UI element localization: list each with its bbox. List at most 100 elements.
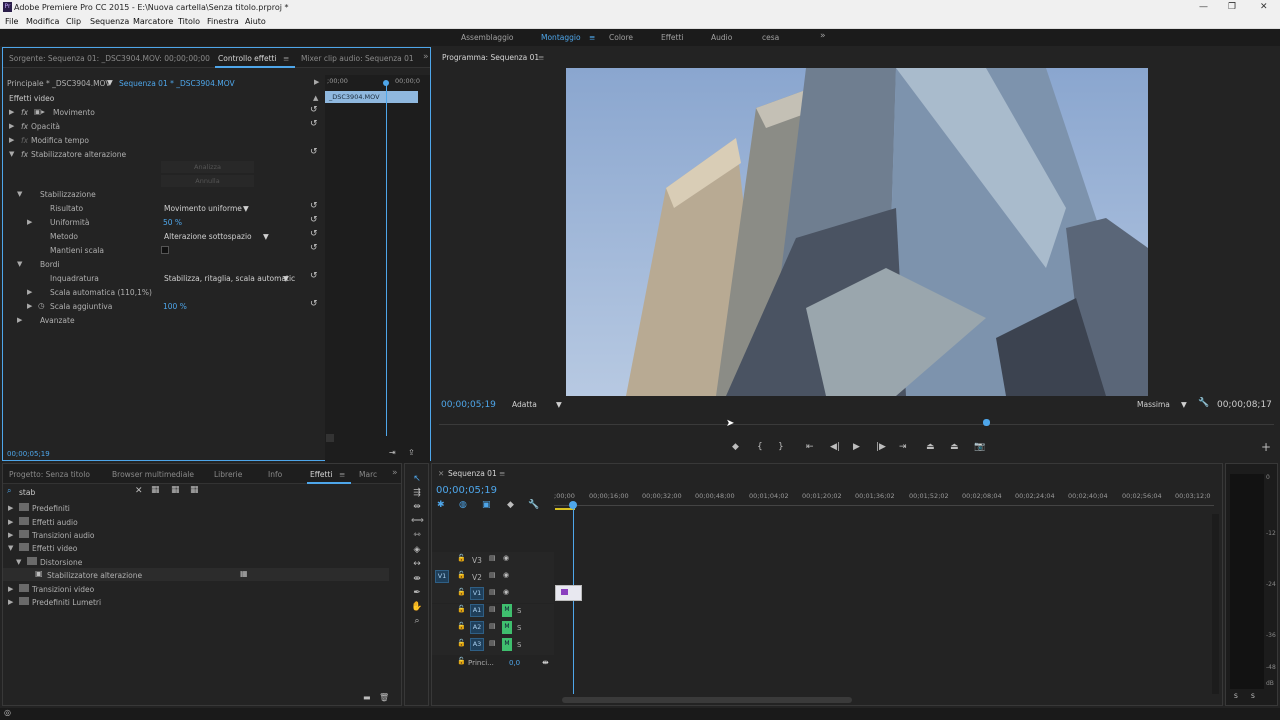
expand-smoothness-icon[interactable]: ▶ [27,218,32,226]
sync-lock-icon[interactable]: ▤ [489,554,496,562]
collapse-icon[interactable]: ▼ [8,544,13,552]
effect-opacita[interactable]: Opacità [31,122,60,131]
tab-media-browser[interactable]: Browser multimediale [112,470,194,479]
dropdown-arrow-icon[interactable]: ▼ [263,232,269,241]
menu-clip[interactable]: Clip [66,17,81,26]
play-icon[interactable]: ▶ [853,442,860,452]
dropdown-arrow-icon[interactable]: ▼ [243,204,249,213]
eye-icon[interactable]: ◉ [503,588,509,596]
ripple-edit-tool-icon[interactable]: ⇹ [411,502,423,514]
mini-playhead[interactable] [386,81,387,436]
dropdown-arrow-icon[interactable]: ▼ [556,400,562,409]
scrub-bar[interactable] [439,424,1274,425]
expand-icon[interactable]: ▶ [8,585,13,593]
reset-icon[interactable]: ↺ [310,243,318,253]
menu-modifica[interactable]: Modifica [26,17,59,26]
reset-icon[interactable]: ↺ [310,229,318,239]
motion-transform-icon[interactable]: ▣▸ [34,107,45,116]
mute-button[interactable]: M [502,638,512,651]
add-button-icon[interactable]: + [1261,440,1271,454]
expand-icon[interactable]: ▶ [8,598,13,606]
scrollbar-handle[interactable] [326,434,334,442]
tab-effect-controls[interactable]: Controllo effetti [218,54,277,63]
effect-stabilizzatore[interactable]: Stabilizzatore alterazione [31,150,126,159]
solo-button[interactable]: S [517,607,521,615]
workspace-more-icon[interactable]: » [820,31,826,41]
workspace-audio[interactable]: Audio [711,33,732,42]
tab-menu-icon[interactable]: ≡ [283,54,289,63]
sync-lock-icon[interactable]: ▤ [489,588,496,596]
workspace-assemblaggio[interactable]: Assemblaggio [461,33,514,42]
playhead-line[interactable] [573,508,574,694]
lock-icon[interactable]: 🔓 [457,588,466,596]
tabs-more-icon[interactable]: » [392,468,398,478]
pen-tool-icon[interactable]: ✒ [411,588,423,600]
mute-button[interactable]: M [502,621,512,634]
slip-tool-icon[interactable]: ↔ [411,559,423,571]
smoothness-value[interactable]: 50 % [163,218,182,227]
expand-addscale-icon[interactable]: ▶ [27,302,32,310]
tab-effects[interactable]: Effetti [310,470,333,479]
tab-menu-icon[interactable]: ≡ [339,470,345,479]
play-only-audio-icon[interactable]: ⇥ [389,448,396,457]
rate-stretch-tool-icon[interactable]: ⇿ [411,530,423,542]
status-icon[interactable]: ◎ [4,708,11,717]
mark-out-icon[interactable]: } [778,442,784,452]
lock-icon[interactable]: 🔓 [457,622,466,630]
sync-lock-icon[interactable]: ▤ [489,605,496,613]
menu-marcatore[interactable]: Marcatore [133,17,173,26]
expand-icon[interactable]: ▶ [8,518,13,526]
extract-icon[interactable]: ⏏ [950,442,959,452]
export-frame-icon[interactable]: 📷 [974,442,985,452]
collapse-section-icon[interactable]: ▲ [313,94,318,102]
menu-finestra[interactable]: Finestra [207,17,239,26]
tree-distorsione[interactable]: Distorsione [40,558,82,567]
tab-sequence[interactable]: Sequenza 01 [448,469,497,478]
reset-icon[interactable]: ↺ [310,105,318,115]
yuv-effects-icon[interactable]: ▦ [190,485,199,495]
effect-controls-timecode[interactable]: 00;00;05;19 [7,450,50,458]
menu-titolo[interactable]: Titolo [178,17,200,26]
add-marker-icon[interactable]: ◆ [732,442,739,452]
panel-menu-icon[interactable]: ≡ [538,53,544,62]
track-select-tool-icon[interactable]: ⇶ [411,488,423,500]
tab-info[interactable]: Info [268,470,282,479]
minimize-icon[interactable]: — [1199,2,1208,12]
expand-icon[interactable]: ▶ [314,78,319,86]
solo-button[interactable]: S [517,624,521,632]
tree-transizioni-video[interactable]: Transizioni video [32,585,94,594]
hand-tool-icon[interactable]: ✋ [411,602,423,614]
method-dropdown[interactable]: Alterazione sottospazio [164,232,252,241]
track-label-v3[interactable]: V3 [472,556,482,565]
mute-button[interactable]: M [502,604,512,617]
tree-stabilizzatore-alterazione[interactable]: Stabilizzatore alterazione [47,571,142,580]
source-patch-v1[interactable]: V1 [435,570,449,583]
step-back-icon[interactable]: ◀| [830,442,840,452]
mini-playhead-handle[interactable] [383,80,389,86]
analyze-button[interactable]: Analizza [161,161,254,173]
collapse-stabilization-icon[interactable]: ▼ [17,190,22,198]
collapse-warp-icon[interactable]: ▼ [9,150,14,158]
close-tab-icon[interactable]: ✕ [438,469,444,478]
fx-icon[interactable]: fx [21,150,28,159]
tab-markers[interactable]: Marc [359,470,377,479]
fx-icon[interactable]: fx [21,108,28,117]
lock-icon[interactable]: 🔓 [457,571,466,579]
video-clip[interactable] [555,585,582,601]
track-label-a2[interactable]: A2 [470,621,484,634]
go-to-out-icon[interactable]: ⇥ [899,442,907,452]
sync-lock-icon[interactable]: ▤ [489,571,496,579]
clear-search-icon[interactable]: ✕ [135,486,143,496]
eye-icon[interactable]: ◉ [503,571,509,579]
reset-icon[interactable]: ↺ [310,271,318,281]
dropdown-arrow-icon[interactable]: ▼ [1181,400,1187,409]
solo-left-button[interactable]: S [1234,693,1238,700]
menu-aiuto[interactable]: Aiuto [245,17,266,26]
tab-menu-icon[interactable]: ≡ [499,469,505,478]
workspace-cesa[interactable]: cesa [762,33,779,42]
collapse-borders-icon[interactable]: ▼ [17,260,22,268]
addscale-value[interactable]: 100 % [163,302,187,311]
solo-button[interactable]: S [517,641,521,649]
razor-tool-icon[interactable]: ◈ [411,545,423,557]
go-to-end-icon[interactable]: ⇼ [542,658,549,667]
